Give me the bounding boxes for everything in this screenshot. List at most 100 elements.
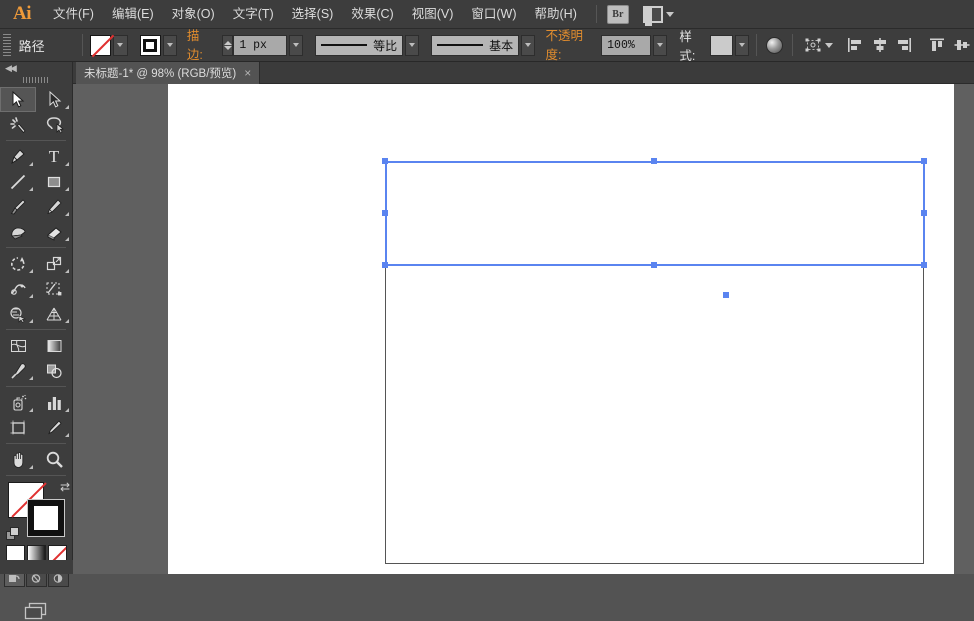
- width-profile-select[interactable]: 等比: [315, 34, 404, 56]
- fill-dropdown-button[interactable]: [113, 34, 128, 56]
- selection-handle-bottom-right[interactable]: [921, 262, 927, 268]
- bridge-icon[interactable]: Br: [606, 4, 629, 24]
- document-tab-bar: 未标题-1* @ 98% (RGB/预览) ×: [73, 62, 974, 84]
- rectangle-tool[interactable]: [36, 169, 72, 194]
- chevron-down-icon[interactable]: [824, 42, 833, 48]
- menu-file[interactable]: 文件(F): [44, 0, 103, 29]
- menu-window[interactable]: 窗口(W): [462, 0, 525, 29]
- opacity-label[interactable]: 不透明度:: [545, 25, 597, 65]
- stroke-color-indicator[interactable]: [27, 499, 65, 537]
- align-top-icon[interactable]: [925, 34, 950, 56]
- direct-selection-tool[interactable]: [36, 87, 72, 112]
- lasso-tool[interactable]: [36, 112, 72, 137]
- blend-tool[interactable]: [36, 358, 72, 383]
- document-tab[interactable]: 未标题-1* @ 98% (RGB/预览) ×: [76, 62, 261, 84]
- arrange-documents-button[interactable]: [642, 5, 674, 26]
- menu-effect[interactable]: 效果(C): [342, 0, 402, 29]
- control-divider: [82, 34, 84, 56]
- width-tool[interactable]: [0, 276, 36, 301]
- free-transform-tool[interactable]: [36, 276, 72, 301]
- pencil-tool[interactable]: [36, 194, 72, 219]
- artboard[interactable]: [385, 161, 924, 564]
- stroke-color-swatch[interactable]: [139, 34, 161, 56]
- width-profile-dropdown-button[interactable]: [405, 34, 420, 56]
- column-graph-tool[interactable]: [36, 390, 72, 415]
- zoom-tool[interactable]: [36, 447, 72, 472]
- selection-handle-bottom-left[interactable]: [382, 262, 388, 268]
- chevron-down-icon: [665, 11, 674, 17]
- transform-button[interactable]: [800, 34, 825, 56]
- tool-grid-6: [0, 447, 72, 472]
- mesh-tool[interactable]: [0, 333, 36, 358]
- brush-definition-select[interactable]: 基本: [431, 34, 520, 56]
- selection-center-point: [723, 292, 729, 298]
- rotate-tool[interactable]: [0, 251, 36, 276]
- symbol-sprayer-tool[interactable]: [0, 390, 36, 415]
- stroke-weight-label[interactable]: 描边:: [186, 25, 214, 65]
- selection-handle-top-left[interactable]: [382, 158, 388, 164]
- align-left-icon[interactable]: [843, 34, 868, 56]
- stroke-dropdown-button[interactable]: [162, 34, 177, 56]
- collapse-panel-button[interactable]: ◀◀: [0, 62, 72, 75]
- gradient-tool[interactable]: [36, 333, 72, 358]
- control-bar-grip[interactable]: [3, 34, 11, 56]
- style-dropdown-button[interactable]: [735, 34, 750, 56]
- menu-edit[interactable]: 编辑(E): [103, 0, 163, 29]
- fill-stroke-controls: ⇄: [6, 480, 72, 542]
- stepper-down-icon: [223, 45, 232, 50]
- swap-fill-stroke-icon[interactable]: ⇄: [60, 480, 70, 494]
- eyedropper-tool[interactable]: [0, 358, 36, 383]
- tool-divider-3: [6, 329, 66, 330]
- default-fill-stroke-icon[interactable]: [6, 527, 21, 542]
- chevron-down-icon: [166, 43, 173, 47]
- selection-handle-top-center[interactable]: [651, 158, 657, 164]
- tool-divider-5: [6, 443, 66, 444]
- align-right-icon[interactable]: [892, 34, 917, 56]
- opacity-input[interactable]: 100%: [601, 34, 652, 56]
- selection-handle-top-right[interactable]: [921, 158, 927, 164]
- selection-handle-bottom-center[interactable]: [651, 262, 657, 268]
- align-center-horizontal-icon[interactable]: [867, 34, 892, 56]
- shape-builder-tool[interactable]: [0, 301, 36, 326]
- chevron-down-icon: [293, 43, 300, 47]
- graphic-style-swatch[interactable]: [710, 34, 734, 56]
- brush-dropdown-button[interactable]: [521, 34, 536, 56]
- align-middle-vertical-icon[interactable]: [949, 34, 974, 56]
- stroke-weight-dropdown-button[interactable]: [288, 34, 304, 56]
- menu-select[interactable]: 选择(S): [283, 0, 343, 29]
- stroke-weight-stepper[interactable]: [221, 34, 234, 56]
- blob-brush-tool[interactable]: [0, 219, 36, 244]
- menu-view[interactable]: 视图(V): [403, 0, 463, 29]
- perspective-grid-tool[interactable]: [36, 301, 72, 326]
- selection-handle-middle-left[interactable]: [382, 210, 388, 216]
- chevron-down-icon: [409, 43, 416, 47]
- selection-tool[interactable]: [0, 87, 36, 112]
- tool-divider-6: [6, 475, 66, 476]
- tool-grid-1: [0, 87, 72, 137]
- hand-tool[interactable]: [0, 447, 36, 472]
- line-segment-tool[interactable]: [0, 169, 36, 194]
- document-page[interactable]: [168, 84, 954, 574]
- type-tool[interactable]: T: [36, 144, 72, 169]
- tool-grid-5: [0, 390, 72, 440]
- canvas-workspace[interactable]: [73, 84, 974, 574]
- artboard-tool[interactable]: [0, 415, 36, 440]
- tool-panel-grip[interactable]: [23, 77, 49, 83]
- magic-wand-tool[interactable]: [0, 112, 36, 137]
- close-icon[interactable]: ×: [244, 66, 251, 80]
- slice-tool[interactable]: [36, 415, 72, 440]
- opacity-dropdown-button[interactable]: [653, 34, 668, 56]
- eraser-tool[interactable]: [36, 219, 72, 244]
- change-screen-mode-button[interactable]: [0, 601, 72, 621]
- profile-line-icon: [321, 44, 368, 46]
- paintbrush-tool[interactable]: [0, 194, 36, 219]
- pen-tool[interactable]: [0, 144, 36, 169]
- menu-type[interactable]: 文字(T): [224, 0, 283, 29]
- graphic-styles-icon[interactable]: [764, 34, 785, 56]
- menubar-divider: [595, 5, 597, 23]
- fill-swatch[interactable]: [90, 34, 112, 56]
- selection-handle-middle-right[interactable]: [921, 210, 927, 216]
- scale-tool[interactable]: [36, 251, 72, 276]
- selection-type-label: 路径: [18, 38, 45, 54]
- stroke-weight-input[interactable]: 1 px: [233, 34, 287, 56]
